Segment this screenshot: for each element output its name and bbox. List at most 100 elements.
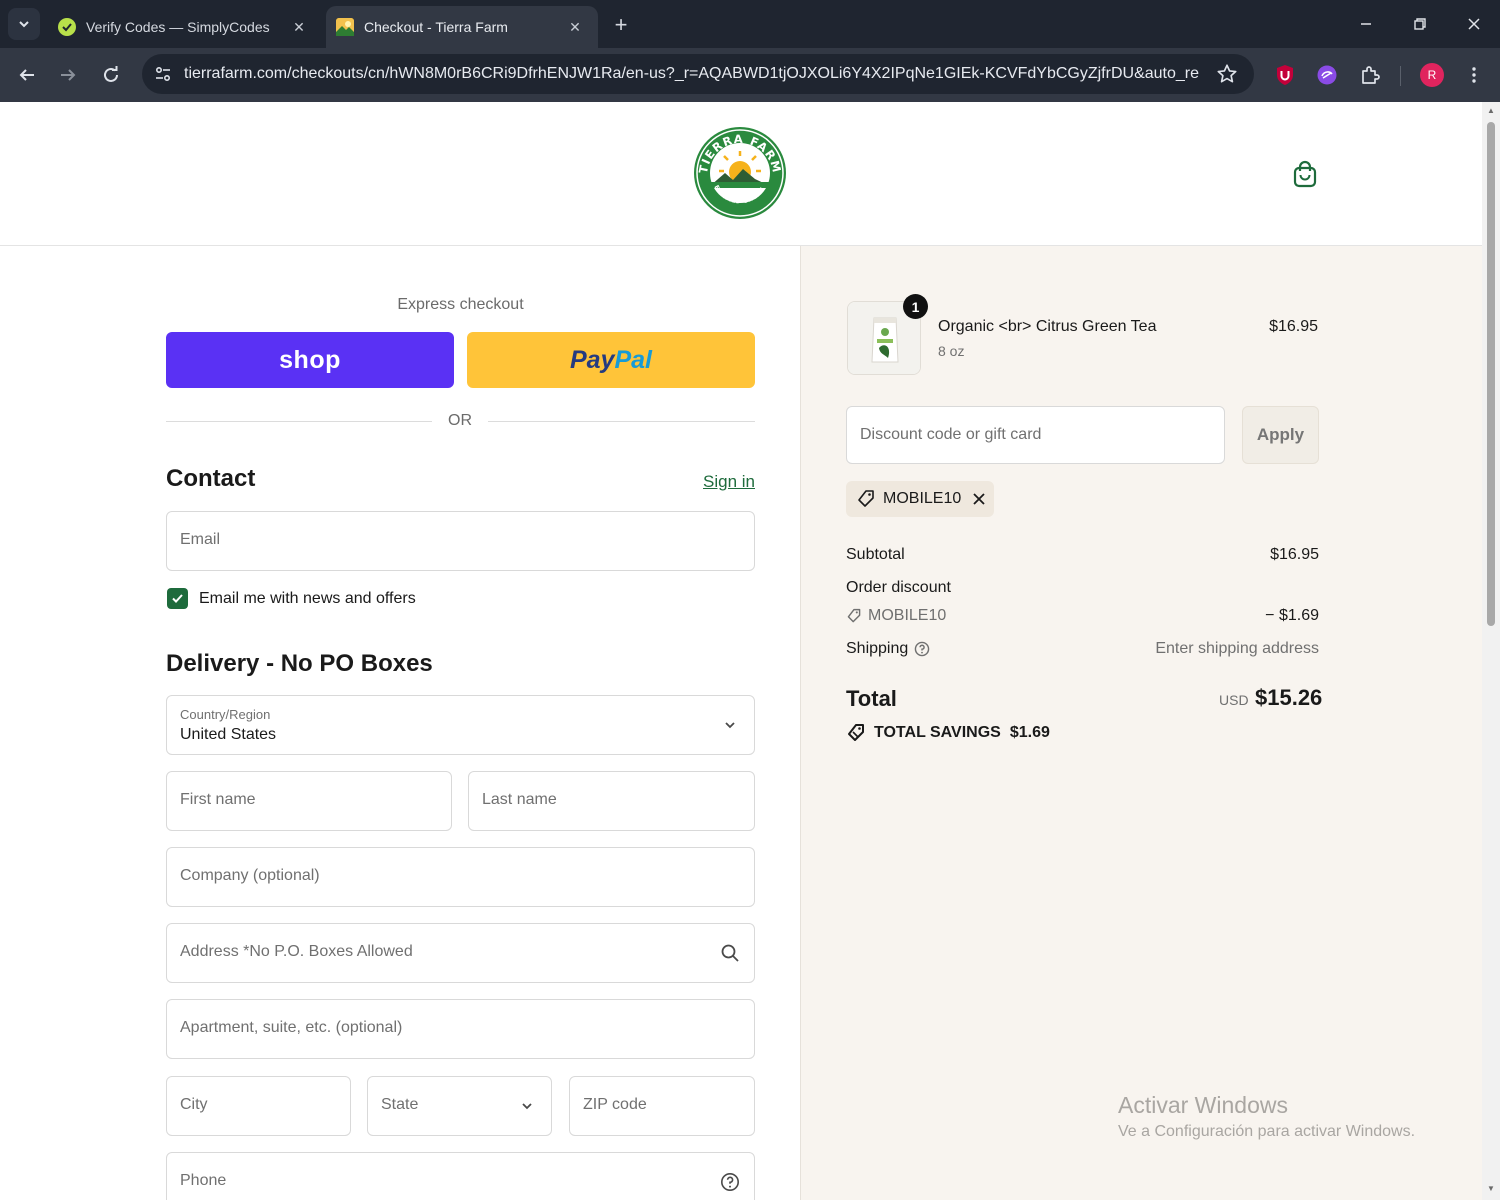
discount-code-row: MOBILE10 − $1.69 bbox=[846, 607, 1319, 625]
city-field[interactable]: City bbox=[166, 1076, 351, 1136]
tag-icon bbox=[847, 608, 861, 623]
close-tab-icon[interactable]: ✕ bbox=[566, 18, 584, 36]
divider bbox=[488, 421, 755, 422]
country-select[interactable]: Country/Region United States bbox=[166, 695, 755, 755]
minimize-button[interactable] bbox=[1351, 10, 1381, 38]
restore-button[interactable] bbox=[1405, 10, 1435, 38]
zip-placeholder: ZIP code bbox=[583, 1096, 647, 1113]
windows-activation-subtitle: Ve a Configuración para activar Windows. bbox=[1118, 1123, 1416, 1140]
tab-title: Checkout - Tierra Farm bbox=[364, 19, 508, 35]
email-field[interactable]: Email bbox=[166, 511, 755, 571]
extensions-button[interactable] bbox=[1358, 63, 1382, 87]
contact-heading: Contact bbox=[166, 465, 256, 492]
discount-code-field[interactable]: Discount code or gift card bbox=[846, 406, 1225, 464]
bookmark-star-icon[interactable] bbox=[1216, 63, 1238, 85]
company-field[interactable]: Company (optional) bbox=[166, 847, 755, 907]
avatar: R bbox=[1420, 63, 1444, 87]
news-offers-label[interactable]: Email me with news and offers bbox=[199, 590, 416, 608]
paypal-pal-label: Pal bbox=[614, 345, 652, 374]
divider bbox=[166, 421, 432, 422]
last-name-placeholder: Last name bbox=[482, 791, 557, 808]
express-checkout-label: Express checkout bbox=[397, 296, 524, 313]
tab-search-button[interactable] bbox=[8, 8, 40, 40]
subtotal-value: $16.95 bbox=[1270, 546, 1319, 563]
sign-in-link[interactable]: Sign in bbox=[690, 472, 755, 492]
minimize-icon bbox=[1361, 23, 1371, 25]
new-tab-button[interactable]: + bbox=[608, 12, 634, 38]
discount-placeholder: Discount code or gift card bbox=[860, 426, 1042, 443]
savings-tag-icon bbox=[848, 724, 864, 741]
shipping-row: Shipping Enter shipping address bbox=[846, 640, 1319, 658]
shopping-bag-icon[interactable] bbox=[1292, 160, 1318, 188]
paypal-button[interactable]: Pay Pal bbox=[467, 332, 755, 388]
simplycodes-extension[interactable] bbox=[1315, 63, 1339, 87]
discount-code-detail: MOBILE10 bbox=[846, 607, 1319, 625]
forward-button[interactable] bbox=[53, 60, 83, 90]
zip-field[interactable]: ZIP code bbox=[569, 1076, 755, 1136]
company-placeholder: Company (optional) bbox=[180, 867, 320, 884]
kebab-menu-icon bbox=[1472, 67, 1476, 83]
address-field[interactable]: Address *No P.O. Boxes Allowed bbox=[166, 923, 755, 983]
back-button[interactable] bbox=[12, 60, 42, 90]
currency-code: USD bbox=[1219, 692, 1249, 708]
checkmark-icon bbox=[172, 594, 183, 603]
discount-code-text: MOBILE10 bbox=[868, 607, 947, 624]
phone-field[interactable]: Phone bbox=[166, 1152, 755, 1200]
tab-simplycodes[interactable]: Verify Codes — SimplyCodes ✕ bbox=[48, 6, 322, 48]
help-circle-icon[interactable] bbox=[914, 641, 930, 657]
email-placeholder: Email bbox=[180, 531, 221, 548]
puzzle-piece-icon bbox=[1362, 66, 1380, 84]
country-label: Country/Region bbox=[180, 707, 271, 722]
simplycodes-check-icon bbox=[58, 18, 76, 36]
first-name-field[interactable]: First name bbox=[166, 771, 452, 831]
tab-checkout[interactable]: Checkout - Tierra Farm ✕ bbox=[326, 6, 598, 48]
close-tab-icon[interactable]: ✕ bbox=[290, 18, 308, 36]
remove-discount-icon[interactable] bbox=[971, 491, 987, 507]
apartment-field[interactable]: Apartment, suite, etc. (optional) bbox=[166, 999, 755, 1059]
delivery-heading: Delivery - No PO Boxes bbox=[166, 650, 433, 677]
quantity-badge: 1 bbox=[903, 294, 928, 319]
applied-code-label: MOBILE10 bbox=[883, 490, 962, 507]
product-variant: 8 oz bbox=[938, 343, 965, 359]
state-select[interactable]: State bbox=[367, 1076, 552, 1136]
applied-discount-chip: MOBILE10 bbox=[846, 481, 994, 517]
city-placeholder: City bbox=[180, 1096, 208, 1113]
order-discount-row: Order discount bbox=[846, 579, 1319, 597]
restore-icon bbox=[1414, 18, 1426, 30]
product-name: Organic <br> Citrus Green Tea bbox=[938, 318, 1157, 335]
apply-button[interactable]: Apply bbox=[1242, 406, 1319, 464]
news-offers-checkbox[interactable] bbox=[167, 588, 188, 609]
scroll-down-arrow[interactable]: ▼ bbox=[1486, 1184, 1496, 1194]
profile-avatar[interactable]: R bbox=[1420, 63, 1444, 87]
shipping-value: Enter shipping address bbox=[1155, 640, 1319, 657]
extension-badge-icon bbox=[1317, 65, 1337, 85]
savings-label: TOTAL SAVINGS bbox=[874, 724, 1001, 741]
ublock-extension[interactable] bbox=[1273, 63, 1297, 87]
browser-tab-bar: Verify Codes — SimplyCodes ✕ Checkout - … bbox=[0, 0, 1500, 48]
tierra-farm-logo[interactable]: TIERRA FARM EST 1996 CERTIFIED ORGANIC bbox=[693, 126, 787, 220]
state-placeholder: State bbox=[381, 1096, 419, 1113]
address-bar[interactable]: tierrafarm.com/checkouts/cn/hWN8M0rB6CRi… bbox=[142, 54, 1254, 94]
help-circle-icon[interactable] bbox=[720, 1172, 740, 1192]
shop-pay-button[interactable]: shop bbox=[166, 332, 454, 388]
scroll-up-arrow[interactable]: ▲ bbox=[1486, 106, 1496, 116]
reload-button[interactable] bbox=[96, 60, 126, 90]
browser-menu-button[interactable] bbox=[1462, 63, 1486, 87]
country-value: United States bbox=[180, 726, 277, 743]
close-window-button[interactable] bbox=[1459, 10, 1489, 38]
shipping-label: Shipping bbox=[846, 640, 909, 657]
savings-value: $1.69 bbox=[1009, 724, 1050, 741]
phone-placeholder: Phone bbox=[180, 1172, 227, 1189]
address-placeholder: Address *No P.O. Boxes Allowed bbox=[180, 943, 413, 960]
subtotal-label: Subtotal bbox=[846, 546, 905, 563]
first-name-placeholder: First name bbox=[180, 791, 256, 808]
shield-icon bbox=[1277, 65, 1293, 85]
last-name-field[interactable]: Last name bbox=[468, 771, 755, 831]
chevron-down-icon bbox=[725, 722, 735, 729]
windows-activation-title: Activar Windows bbox=[1118, 1092, 1288, 1118]
scrollbar-thumb[interactable] bbox=[1487, 122, 1495, 626]
search-icon[interactable] bbox=[720, 943, 740, 963]
close-icon bbox=[1468, 18, 1480, 30]
site-settings-icon[interactable] bbox=[154, 65, 172, 83]
url-text: tierrafarm.com/checkouts/cn/hWN8M0rB6CRi… bbox=[184, 65, 1199, 82]
